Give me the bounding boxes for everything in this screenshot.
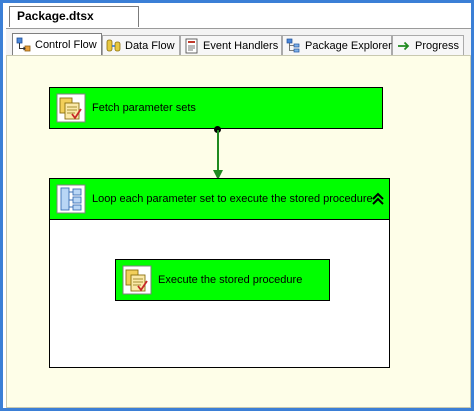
control-flow-icon: [16, 37, 32, 53]
designer-window: Package.dtsx [Design] Control Flow: [0, 0, 474, 411]
task-execute-stored-procedure[interactable]: Execute the stored procedure: [115, 259, 330, 301]
event-handlers-icon: [184, 38, 200, 54]
foreach-loop-icon: [56, 184, 86, 214]
document-tab[interactable]: Package.dtsx [Design]: [9, 6, 139, 42]
tab-package-explorer[interactable]: Package Explorer: [282, 35, 392, 55]
data-flow-icon: [106, 38, 122, 54]
tab-data-flow-label: Data Flow: [125, 39, 175, 52]
tab-progress-label: Progress: [415, 39, 460, 52]
tab-control-flow-label: Control Flow: [35, 39, 97, 51]
execute-sql-task-icon: [56, 93, 86, 123]
task-fetch-parameter-sets[interactable]: Fetch parameter sets: [49, 87, 383, 129]
tab-data-flow[interactable]: Data Flow: [102, 35, 180, 55]
double-chevron-up-icon[interactable]: [371, 191, 385, 207]
package-explorer-icon: [286, 38, 302, 54]
progress-arrow-icon: [396, 38, 412, 54]
task-execute-label: Execute the stored procedure: [158, 274, 303, 286]
designer-tabstrip: Control Flow Data Flow Event Handlers Pa…: [6, 28, 471, 56]
foreach-loop-container-header[interactable]: Loop each parameter set to execute the s…: [49, 178, 390, 220]
foreach-loop-label: Loop each parameter set to execute the s…: [92, 193, 373, 205]
tab-progress[interactable]: Progress: [392, 35, 464, 55]
tab-control-flow[interactable]: Control Flow: [12, 33, 102, 56]
tab-event-handlers[interactable]: Event Handlers: [180, 35, 282, 55]
tab-package-explorer-label: Package Explorer: [305, 39, 392, 52]
execute-sql-task-icon: [122, 265, 152, 295]
tab-event-handlers-label: Event Handlers: [203, 39, 279, 52]
control-flow-design-surface[interactable]: Fetch parameter sets Loop each parameter…: [6, 55, 471, 408]
precedence-constraint-arrow[interactable]: [210, 130, 226, 182]
task-fetch-label: Fetch parameter sets: [92, 102, 196, 114]
